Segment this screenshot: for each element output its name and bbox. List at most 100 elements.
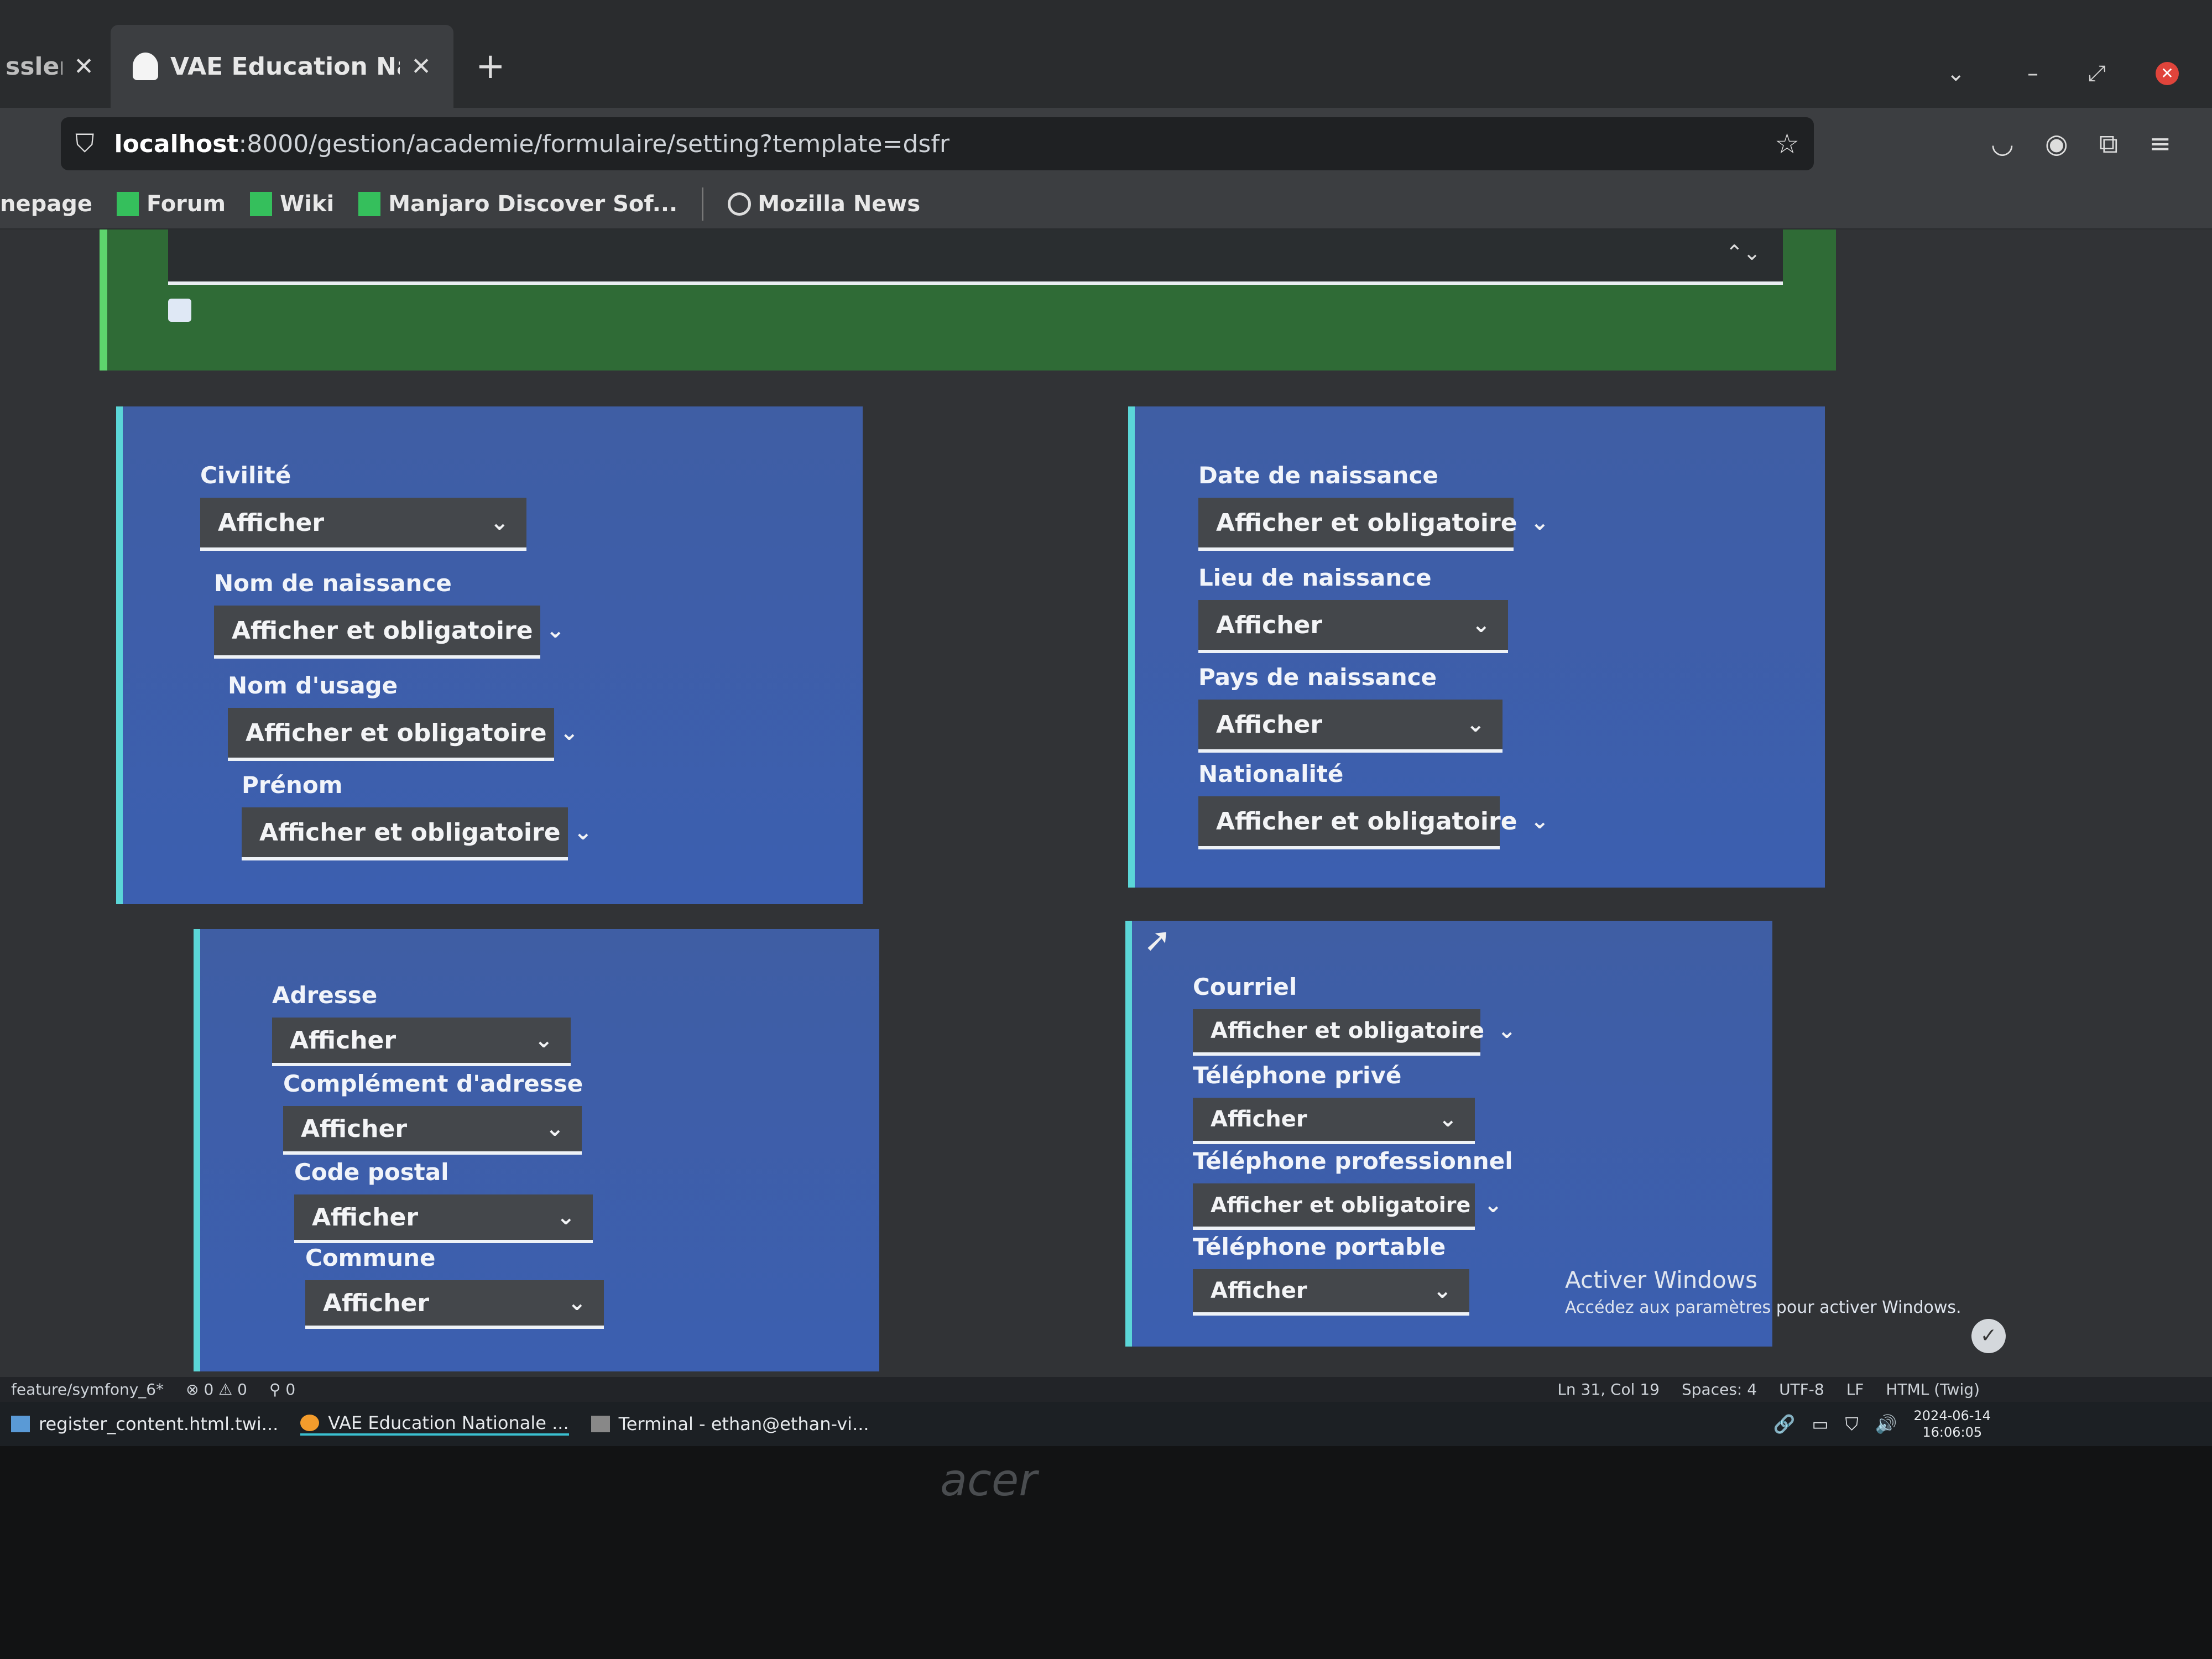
list-tabs-icon[interactable]: ⌄ bbox=[1947, 61, 1965, 86]
chevron-down-icon: ⌄ bbox=[573, 820, 593, 845]
line-ending[interactable]: LF bbox=[1846, 1380, 1864, 1399]
problems-count[interactable]: ⊗ 0 ⚠ 0 bbox=[186, 1380, 247, 1399]
bookmark-homepage[interactable]: nepage bbox=[0, 191, 92, 217]
clock[interactable]: 2024-06-14 16:06:05 bbox=[1914, 1407, 1991, 1441]
menu-icon[interactable]: ≡ bbox=[2149, 128, 2171, 160]
adresse-field: Adresse Afficher ⌄ bbox=[272, 982, 571, 1066]
bookmarks-bar: nepage Forum Wiki Manjaro Discover Sof..… bbox=[0, 180, 2212, 229]
taskbar-item-firefox[interactable]: VAE Education Nationale ... bbox=[300, 1412, 569, 1436]
courriel-select[interactable]: Afficher et obligatoire ⌄ bbox=[1193, 1009, 1516, 1056]
address-bar[interactable]: ⛉ ▯ localhost:8000/gestion/academie/form… bbox=[0, 117, 2212, 1485]
civilite-select[interactable]: Afficher ⌄ bbox=[200, 498, 526, 551]
select-value: Afficher et obligatoire bbox=[1211, 1193, 1471, 1217]
tab-previous[interactable]: ssler [/ ✕ bbox=[0, 25, 100, 108]
chevron-down-icon: ⌄ bbox=[1530, 808, 1550, 834]
adresse-select[interactable]: Afficher ⌄ bbox=[272, 1018, 571, 1066]
chevron-down-icon: ⌄ bbox=[490, 510, 509, 535]
pocket-icon[interactable]: ◡ bbox=[1991, 128, 2014, 160]
field-label: Téléphone portable bbox=[1193, 1233, 1446, 1260]
taskbar-item-terminal[interactable]: Terminal - ethan@ethan-vi... bbox=[591, 1413, 869, 1434]
courriel-field: Courriel Afficher et obligatoire ⌄ bbox=[1193, 973, 1516, 1056]
manjaro-icon bbox=[250, 192, 273, 216]
field-label: Téléphone privé bbox=[1193, 1062, 1402, 1089]
indentation[interactable]: Spaces: 4 bbox=[1682, 1380, 1757, 1399]
telephone-prive-select[interactable]: Afficher ⌄ bbox=[1193, 1098, 1475, 1144]
template-select[interactable]: ⌃⌄ bbox=[168, 229, 1783, 285]
terminal-icon bbox=[591, 1416, 610, 1432]
shield-icon[interactable]: ⛉ bbox=[75, 128, 95, 159]
extensions-icon[interactable]: ⧉ bbox=[2099, 128, 2118, 160]
select-value: Afficher et obligatoire bbox=[1216, 807, 1517, 836]
volume-icon[interactable]: 🔊 bbox=[1875, 1413, 1897, 1434]
prenom-select[interactable]: Afficher et obligatoire ⌄ bbox=[242, 807, 592, 860]
language-mode[interactable]: HTML (Twig) bbox=[1886, 1380, 1980, 1399]
chevron-down-icon: ⌄ bbox=[1484, 1192, 1503, 1218]
watermark-subtitle: Accédez aux paramètres pour activer Wind… bbox=[1565, 1298, 1961, 1317]
firefox-icon bbox=[300, 1415, 320, 1431]
bookmark-mozilla-news[interactable]: Mozilla News bbox=[728, 191, 920, 217]
encoding[interactable]: UTF-8 bbox=[1779, 1380, 1824, 1399]
display-icon[interactable]: ▭ bbox=[1812, 1413, 1828, 1434]
field-label: Courriel bbox=[1193, 973, 1297, 1000]
select-value: Afficher bbox=[1211, 1107, 1307, 1132]
close-window-icon[interactable]: ✕ bbox=[2156, 62, 2179, 85]
nationalite-select[interactable]: Afficher et obligatoire ⌄ bbox=[1198, 796, 1549, 849]
tab-title: ssler [/ bbox=[6, 52, 62, 81]
select-value: Afficher bbox=[301, 1114, 408, 1143]
chevron-down-icon: ⌄ bbox=[556, 1204, 575, 1230]
account-icon[interactable]: ◉ bbox=[2045, 128, 2068, 160]
field-label: Téléphone professionnel bbox=[1193, 1147, 1513, 1175]
chevron-down-icon: ⌄ bbox=[560, 720, 579, 745]
complement-adresse-select[interactable]: Afficher ⌄ bbox=[283, 1106, 582, 1155]
favicon-icon bbox=[133, 53, 158, 80]
security-icon[interactable]: ⛉ bbox=[1845, 1413, 1859, 1435]
commune-select[interactable]: Afficher ⌄ bbox=[305, 1280, 604, 1329]
cursor-position[interactable]: Ln 31, Col 19 bbox=[1557, 1380, 1660, 1399]
monitor-brand-logo: acer bbox=[940, 1454, 1037, 1506]
identity-card: Civilité Afficher ⌄ Nom de naissance Affi… bbox=[116, 406, 863, 904]
telephone-prive-field: Téléphone privé Afficher ⌄ bbox=[1193, 1062, 1475, 1144]
bookmark-label: nepage bbox=[0, 191, 92, 217]
network-icon[interactable]: 🔗 bbox=[1773, 1413, 1796, 1434]
field-label: Date de naissance bbox=[1198, 462, 1438, 489]
date-naissance-select[interactable]: Afficher et obligatoire ⌄ bbox=[1198, 498, 1549, 551]
select-value: Afficher et obligatoire bbox=[1216, 508, 1517, 537]
close-tab-icon[interactable]: ✕ bbox=[74, 53, 94, 81]
git-branch[interactable]: feature/symfony_6* bbox=[11, 1380, 164, 1399]
minimize-icon[interactable]: – bbox=[2027, 61, 2038, 86]
field-label: Nom de naissance bbox=[214, 570, 452, 597]
bookmark-wiki[interactable]: Wiki bbox=[250, 191, 334, 217]
commune-field: Commune Afficher ⌄ bbox=[305, 1244, 604, 1329]
select-value: Afficher et obligatoire bbox=[1211, 1018, 1485, 1044]
telephone-professionnel-select[interactable]: Afficher et obligatoire ⌄ bbox=[1193, 1183, 1503, 1230]
bookmark-label: Manjaro Discover Sof... bbox=[388, 191, 678, 217]
windows-activation-watermark: Activer Windows Accédez aux paramètres p… bbox=[1565, 1266, 1961, 1317]
nom-naissance-select[interactable]: Afficher et obligatoire ⌄ bbox=[214, 606, 565, 659]
mouse-cursor-icon: ➚ bbox=[1144, 921, 1172, 959]
taskbar-item-editor[interactable]: register_content.html.twi... bbox=[11, 1413, 278, 1434]
code-postal-select[interactable]: Afficher ⌄ bbox=[294, 1194, 593, 1243]
taskbar-label: VAE Education Nationale ... bbox=[328, 1412, 569, 1433]
close-tab-icon[interactable]: ✕ bbox=[411, 53, 431, 81]
template-checkbox[interactable] bbox=[168, 299, 191, 322]
editor-status-bar: feature/symfony_6* ⊗ 0 ⚠ 0 ⚲ 0 Ln 31, Co… bbox=[0, 1377, 2212, 1402]
system-tray: 🔗 ▭ ⛉ 🔊 2024-06-14 16:06:05 bbox=[1773, 1407, 2212, 1441]
chevron-down-icon: ⌄ bbox=[1466, 712, 1485, 737]
tab-vae-education[interactable]: VAE Education Nationale ✕ bbox=[111, 25, 453, 108]
nom-usage-select[interactable]: Afficher et obligatoire ⌄ bbox=[228, 708, 578, 761]
bookmark-star-icon[interactable]: ☆ bbox=[1775, 128, 1799, 160]
bookmark-forum[interactable]: Forum bbox=[117, 191, 226, 217]
template-settings-block: ⌃⌄ bbox=[100, 229, 1836, 371]
field-label: Nom d'usage bbox=[228, 672, 398, 699]
bookmark-manjaro-discover[interactable]: Manjaro Discover Sof... bbox=[358, 191, 677, 217]
telephone-portable-select[interactable]: Afficher ⌄ bbox=[1193, 1269, 1469, 1316]
maximize-icon[interactable]: ⤢ bbox=[2088, 61, 2106, 86]
select-value: Afficher bbox=[218, 508, 325, 537]
ports-count[interactable]: ⚲ 0 bbox=[269, 1380, 295, 1399]
select-value: Afficher bbox=[290, 1026, 397, 1055]
field-label: Prénom bbox=[242, 771, 343, 799]
chat-bubble-icon[interactable]: ✓ bbox=[1971, 1319, 2006, 1353]
pays-naissance-select[interactable]: Afficher ⌄ bbox=[1198, 700, 1503, 753]
lieu-naissance-select[interactable]: Afficher ⌄ bbox=[1198, 600, 1508, 653]
new-tab-button[interactable]: + bbox=[453, 25, 528, 108]
